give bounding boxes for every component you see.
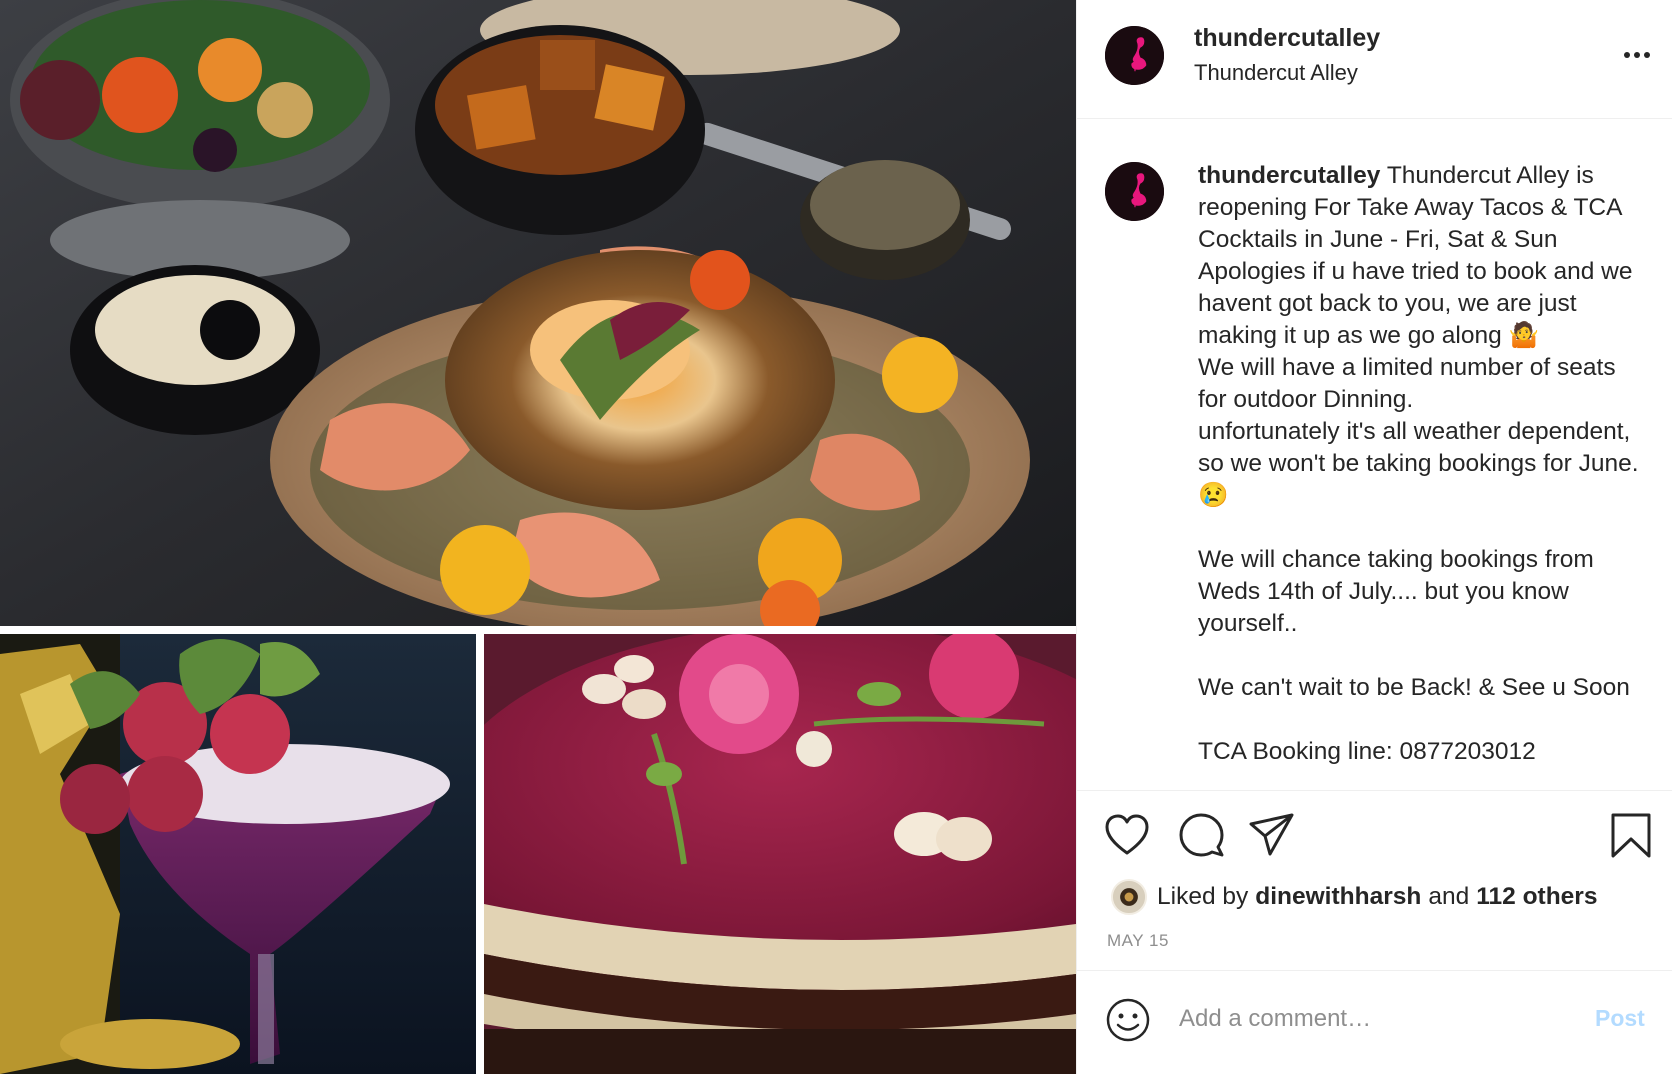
emoji-button[interactable] [1105, 997, 1151, 1043]
add-comment-bar: Post [1077, 970, 1672, 1074]
caption-line: We can't wait to be Back! & See u Soon [1198, 674, 1630, 701]
save-button[interactable] [1607, 811, 1655, 859]
post-media[interactable] [0, 0, 1076, 1074]
post-header: thundercutalley Thundercut Alley [1077, 0, 1672, 119]
post-actions: Liked by dinewithharsh and 112 others MA… [1077, 790, 1672, 970]
header-username[interactable]: thundercutalley [1194, 24, 1380, 53]
caption-username[interactable]: thundercutalley [1198, 162, 1380, 189]
share-button[interactable] [1247, 811, 1295, 859]
caption-line: We will chance taking bookings from Weds… [1198, 546, 1601, 637]
speech-bubble-icon [1179, 813, 1224, 857]
food-platter-photo [0, 0, 1076, 626]
location-link[interactable]: Thundercut Alley [1194, 60, 1358, 86]
paper-plane-icon [1249, 813, 1294, 856]
heart-icon [1105, 814, 1149, 855]
caption-line: thundercutalley Thundercut Alley is reop… [1198, 160, 1648, 256]
likes-prefix: Liked by [1157, 883, 1249, 910]
post-date[interactable]: MAY 15 [1107, 931, 1169, 951]
likes-summary: Liked by dinewithharsh and 112 others [1111, 877, 1604, 917]
caption-text: thundercutalley Thundercut Alley is reop… [1198, 160, 1648, 768]
cake-photo [484, 634, 1076, 1074]
caption-line: unfortunately it's all weather dependent… [1198, 418, 1646, 509]
caption-line: Apologies if u have tried to book and we… [1198, 258, 1640, 349]
profile-avatar[interactable] [1105, 26, 1164, 85]
caption-avatar[interactable] [1105, 162, 1164, 221]
more-options-button[interactable] [1617, 38, 1657, 72]
bookmark-icon [1611, 813, 1651, 858]
likes-connector: and [1428, 883, 1470, 910]
caption-gap [1198, 512, 1648, 544]
instagram-post: thundercutalley Thundercut Alley thunder… [0, 0, 1672, 1074]
caption-section: thundercutalley Thundercut Alley is reop… [1077, 120, 1672, 786]
caption-gap [1198, 640, 1648, 672]
likes-others-link[interactable]: 112 others [1476, 883, 1597, 911]
ellipsis-icon [1624, 52, 1650, 58]
post-side-panel: thundercutalley Thundercut Alley thunder… [1076, 0, 1672, 1074]
post-comment-button[interactable]: Post [1595, 1005, 1645, 1032]
liker-avatar[interactable] [1111, 879, 1147, 915]
comment-button[interactable] [1177, 811, 1225, 859]
like-button[interactable] [1103, 811, 1151, 859]
caption-line: TCA Booking line: 0877203012 [1198, 738, 1536, 765]
caption-line: We will have a limited number of seats f… [1198, 354, 1623, 413]
comment-input[interactable] [1179, 993, 1559, 1045]
liker-username[interactable]: dinewithharsh [1255, 883, 1421, 911]
caption-gap [1198, 704, 1648, 736]
smiley-icon [1106, 998, 1150, 1042]
cocktail-photo [0, 634, 476, 1074]
